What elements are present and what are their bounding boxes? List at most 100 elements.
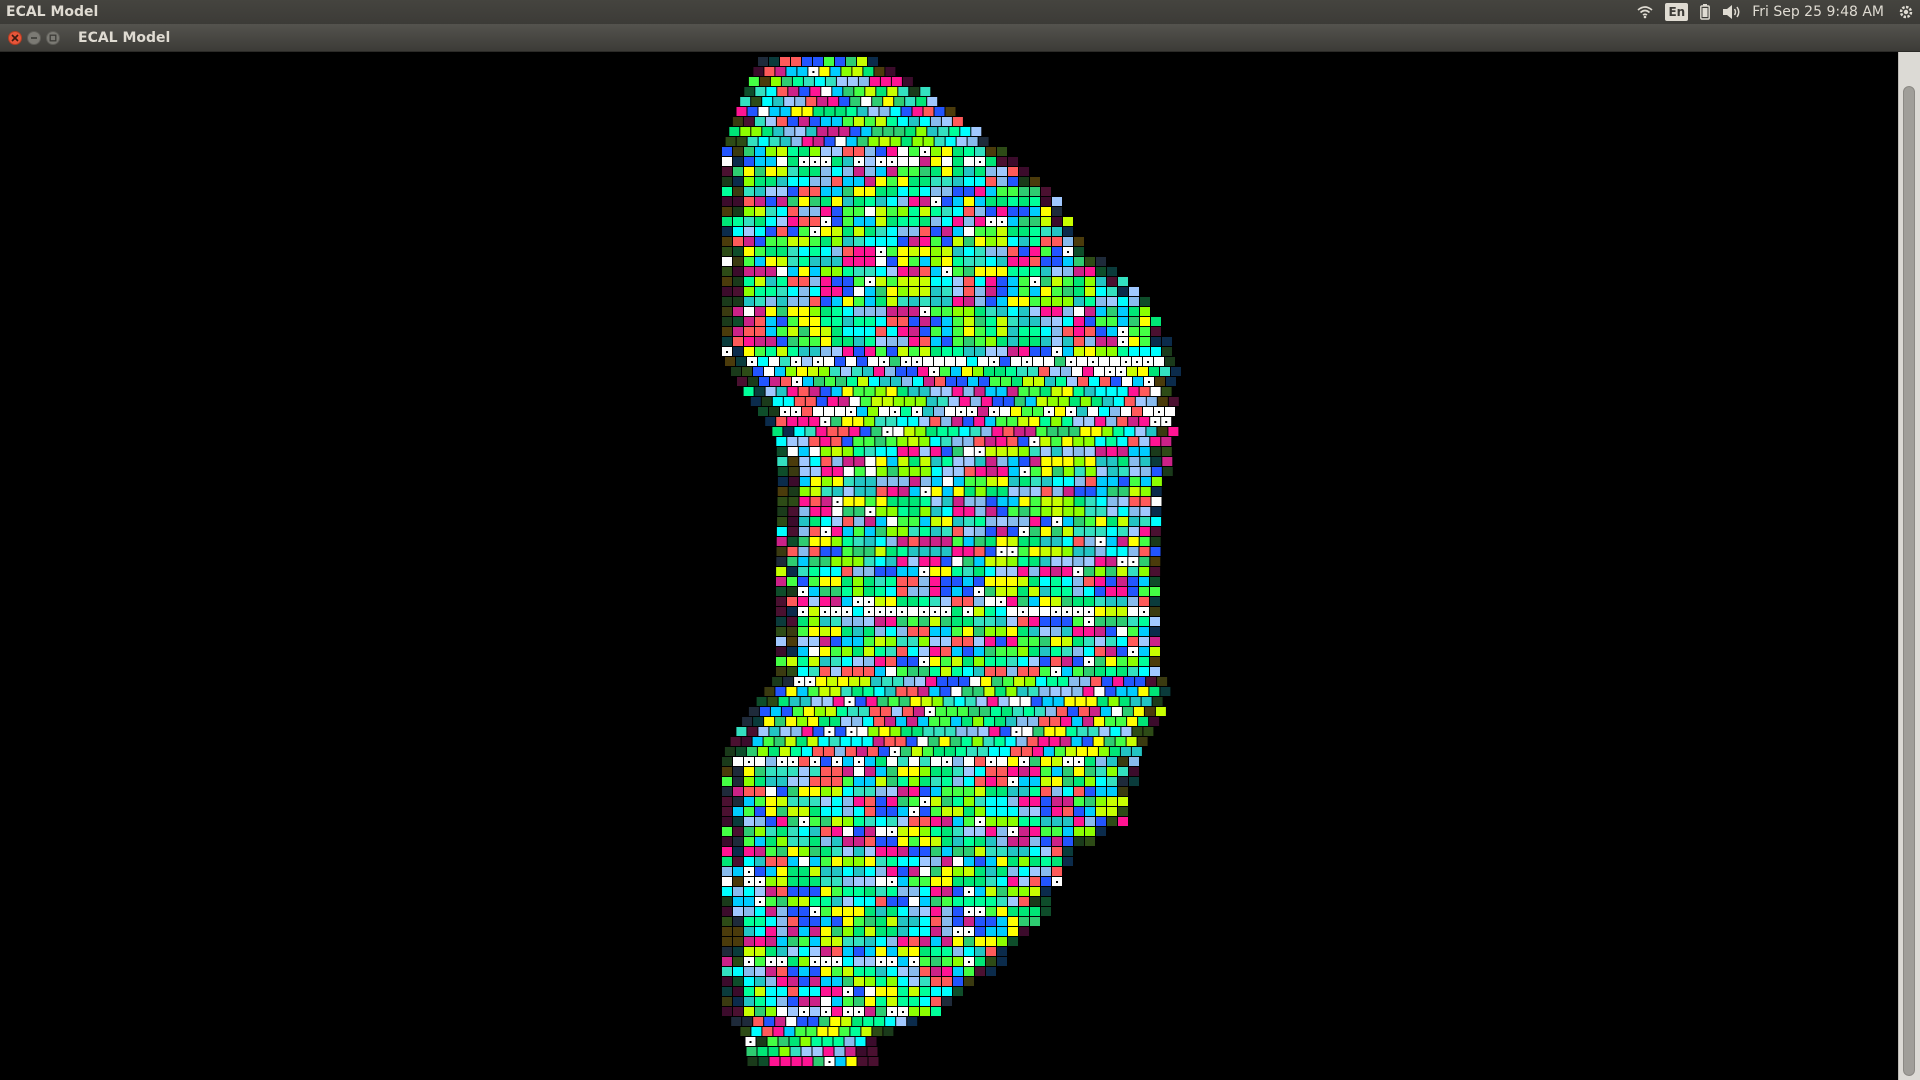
ecal-crystal [766, 247, 776, 256]
ecal-crystal [832, 807, 842, 816]
ecal-crystal [898, 937, 908, 946]
ecal-crystal [744, 187, 754, 196]
ecal-crystal [843, 877, 853, 886]
ecal-crystal [1029, 387, 1040, 396]
ecal-crystal [997, 147, 1007, 156]
minimize-window-button[interactable] [27, 30, 41, 45]
ecal-canvas[interactable] [0, 52, 1898, 1080]
ecal-crystal [788, 457, 799, 466]
ecal-crystal [975, 277, 985, 286]
window-titlebar[interactable]: ECAL Model [0, 24, 1920, 52]
ecal-crystal [832, 327, 842, 336]
ecal-crystal [814, 707, 825, 716]
ecal-crystal [931, 217, 941, 226]
ecal-crystal [821, 517, 832, 526]
ecal-crystal [1008, 347, 1018, 356]
ecal-crystal [920, 937, 930, 946]
ecal-crystal [909, 877, 919, 886]
ecal-crystal [777, 167, 787, 176]
ecal-crystal [964, 167, 974, 176]
ecal-crystal [909, 317, 919, 326]
ecal-crystal [832, 277, 842, 286]
ecal-crystal [996, 627, 1006, 636]
ecal-crystal [874, 1017, 885, 1026]
maximize-window-button[interactable] [46, 30, 60, 45]
ecal-crystal [876, 197, 886, 206]
ecal-crystal [942, 467, 953, 476]
ecal-crystal [953, 487, 964, 496]
ecal-crystal [1151, 477, 1162, 486]
ecal-crystal [733, 167, 743, 176]
ecal-crystal [742, 367, 752, 376]
ecal-crystal [876, 347, 886, 356]
ecal-crystal [876, 207, 886, 216]
ecal-crystal [1018, 417, 1029, 426]
settings-gear-icon[interactable] [1898, 0, 1914, 24]
wifi-icon[interactable] [1637, 0, 1653, 24]
crystal-marker [923, 611, 925, 613]
panel-clock[interactable]: Fri Sep 25 9:48 AM [1752, 4, 1884, 20]
ecal-crystal [1030, 197, 1040, 206]
keyboard-language-icon[interactable]: En [1665, 0, 1689, 24]
ecal-crystal [920, 967, 930, 976]
ecal-crystal [1052, 277, 1062, 286]
ecal-crystal [1096, 297, 1106, 306]
ecal-crystal [777, 857, 787, 866]
ecal-crystal [1018, 537, 1029, 546]
ecal-crystal [984, 367, 994, 376]
ecal-crystal [1083, 687, 1094, 696]
ecal-crystal [834, 1047, 845, 1056]
volume-icon[interactable] [1722, 0, 1742, 24]
ecal-crystal [1052, 297, 1062, 306]
ecal-crystal [942, 177, 952, 186]
ecal-crystal [1113, 677, 1124, 686]
ecal-crystal [951, 687, 962, 696]
ecal-crystal [1006, 687, 1017, 696]
battery-icon[interactable] [1700, 0, 1711, 24]
ecal-crystal [808, 717, 819, 726]
ecal-crystal [876, 477, 887, 486]
close-window-button[interactable] [8, 30, 22, 45]
ecal-crystal [975, 237, 985, 246]
ecal-crystal [1107, 767, 1117, 776]
ecal-crystal [854, 457, 865, 466]
vertical-scrollbar[interactable] [1898, 52, 1920, 1080]
ecal-crystal [975, 217, 985, 226]
ecal-crystal [942, 947, 952, 956]
ecal-crystal [876, 987, 886, 996]
ecal-crystal [1096, 477, 1107, 486]
ecal-crystal [788, 227, 798, 236]
ecal-crystal [1019, 177, 1029, 186]
ecal-crystal [975, 147, 985, 156]
ecal-crystal [786, 367, 796, 376]
crystal-marker [1147, 361, 1149, 363]
ecal-crystal [1007, 637, 1017, 646]
ecal-crystal [1051, 417, 1062, 426]
ecal-crystal [1083, 717, 1094, 726]
ecal-crystal [1041, 507, 1052, 516]
ecal-crystal [854, 307, 864, 316]
ecal-crystal [1008, 317, 1018, 326]
ecal-crystal [997, 907, 1007, 916]
scrollbar-thumb[interactable] [1903, 86, 1915, 1076]
ecal-crystal [1053, 697, 1064, 706]
ecal-crystal [931, 487, 942, 496]
ecal-crystal [898, 487, 909, 496]
ecal-crystal [766, 1007, 776, 1016]
ecal-crystal [843, 277, 853, 286]
ecal-crystal [997, 867, 1007, 876]
ecal-crystal [946, 377, 956, 386]
ecal-crystal [945, 107, 956, 116]
ecal-crystal [909, 947, 919, 956]
ecal-crystal [941, 417, 952, 426]
ecal-crystal-map[interactable] [0, 52, 1898, 1080]
ecal-crystal [744, 147, 754, 156]
ecal-crystal [887, 457, 898, 466]
ecal-crystal [787, 567, 798, 576]
ecal-crystal [909, 237, 919, 246]
ecal-crystal [810, 317, 820, 326]
ecal-crystal [1085, 767, 1095, 776]
ecal-crystal [876, 167, 886, 176]
ecal-crystal [1052, 837, 1062, 846]
ecal-crystal [787, 557, 798, 566]
